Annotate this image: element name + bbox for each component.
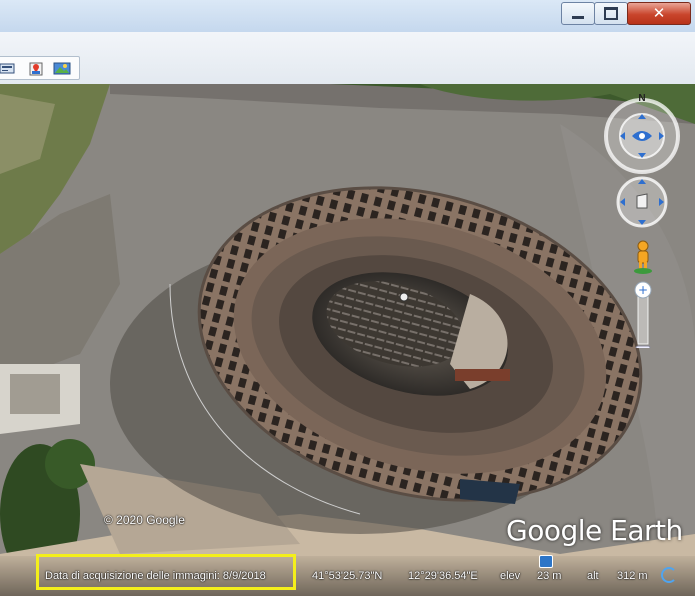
latitude-readout: 41°53'25.73"N — [312, 570, 383, 582]
close-button[interactable]: ✕ — [627, 2, 691, 25]
longitude-readout: 12°29'36.54"E — [408, 570, 478, 582]
loading-spinner-icon — [661, 567, 677, 583]
altitude-label: alt — [587, 570, 599, 582]
image-overlay-button[interactable] — [53, 61, 71, 76]
zoom-slider-thumb[interactable] — [635, 345, 651, 348]
elevation-value: 23 m — [537, 570, 562, 582]
ruler-icon — [0, 63, 15, 74]
pegman-icon[interactable] — [634, 240, 652, 274]
elevation-label: elev — [500, 570, 521, 582]
toolbar-strip — [0, 56, 80, 80]
zoom-in-icon: + — [638, 283, 648, 297]
streaming-icon — [539, 555, 553, 568]
window-titlebar: ✕ — [0, 0, 695, 33]
hand-icon — [636, 193, 648, 209]
minimize-icon — [572, 16, 584, 19]
earth-map-view[interactable]: N + © 2020 Google Google Earth — [0, 84, 695, 596]
copyright-text: © 2020 Google — [104, 513, 185, 527]
toolbar — [0, 32, 695, 85]
compass-north-label[interactable]: N — [638, 93, 645, 104]
minimize-button[interactable] — [561, 2, 595, 25]
placemark-photo-icon — [29, 62, 43, 76]
altitude-value: 312 m — [617, 570, 648, 582]
maximize-button[interactable] — [594, 2, 628, 25]
image-overlay-icon — [53, 62, 71, 75]
ruler-button[interactable] — [0, 61, 17, 76]
google-earth-logo: Google Earth — [506, 514, 683, 547]
close-icon: ✕ — [652, 4, 666, 22]
navigation-controls: N + — [604, 93, 680, 348]
placemark-photo-button[interactable] — [27, 61, 45, 76]
imagery-date: Data di acquisizione delle immagini: 8/9… — [45, 570, 266, 582]
maximize-icon — [604, 7, 618, 20]
